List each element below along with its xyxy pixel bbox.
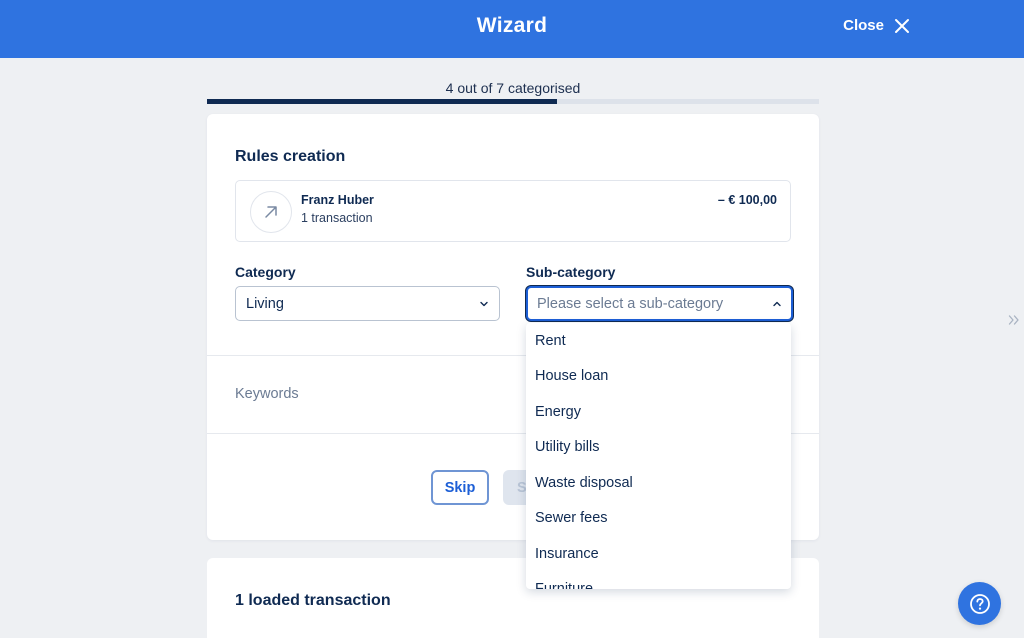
help-button[interactable]: [958, 582, 1001, 625]
subcategory-placeholder: Please select a sub-category: [537, 295, 724, 312]
question-mark-icon: [969, 593, 990, 614]
arrow-up-right-icon: [265, 206, 277, 218]
progress-bar: [207, 99, 819, 104]
dropdown-option[interactable]: Utility bills: [526, 430, 791, 466]
transaction-summary: Franz Huber 1 transaction – € 100,00: [235, 180, 791, 242]
progress-text: 4 out of 7 categorised: [445, 80, 581, 96]
close-label: Close: [843, 17, 884, 34]
chevron-down-icon: [480, 301, 488, 307]
top-bar: Wizard Close: [0, 0, 1024, 58]
close-button[interactable]: Close: [843, 17, 910, 34]
dropdown-option[interactable]: House loan: [526, 359, 791, 395]
dropdown-option[interactable]: Rent: [526, 323, 791, 359]
transaction-count: 1 transaction: [301, 211, 373, 225]
category-select[interactable]: Living: [235, 286, 500, 321]
skip-button[interactable]: Skip: [431, 470, 489, 505]
transaction-avatar: [250, 191, 292, 233]
subcategory-label: Sub-category: [526, 264, 616, 280]
subcategory-select[interactable]: Please select a sub-category: [526, 286, 793, 321]
chevron-up-icon: [773, 301, 781, 307]
dropdown-option[interactable]: Sewer fees: [526, 501, 791, 537]
card-title: Rules creation: [235, 148, 346, 165]
transaction-amount: – € 100,00: [717, 193, 777, 207]
dropdown-option[interactable]: Energy: [526, 394, 791, 430]
keywords-label: Keywords: [235, 386, 299, 402]
category-value: Living: [246, 295, 284, 312]
double-chevron-right-icon[interactable]: [1008, 313, 1020, 327]
subcategory-dropdown[interactable]: Rent House loan Energy Utility bills Was…: [526, 323, 791, 589]
category-label: Category: [235, 264, 296, 280]
progress-bar-fill: [207, 99, 557, 104]
payee-name: Franz Huber: [301, 193, 374, 207]
close-icon: [895, 18, 909, 33]
loaded-transactions-title: 1 loaded transaction: [235, 592, 391, 609]
dropdown-option[interactable]: Furniture: [526, 572, 791, 589]
dropdown-option[interactable]: Waste disposal: [526, 465, 791, 501]
dropdown-option[interactable]: Insurance: [526, 536, 791, 572]
